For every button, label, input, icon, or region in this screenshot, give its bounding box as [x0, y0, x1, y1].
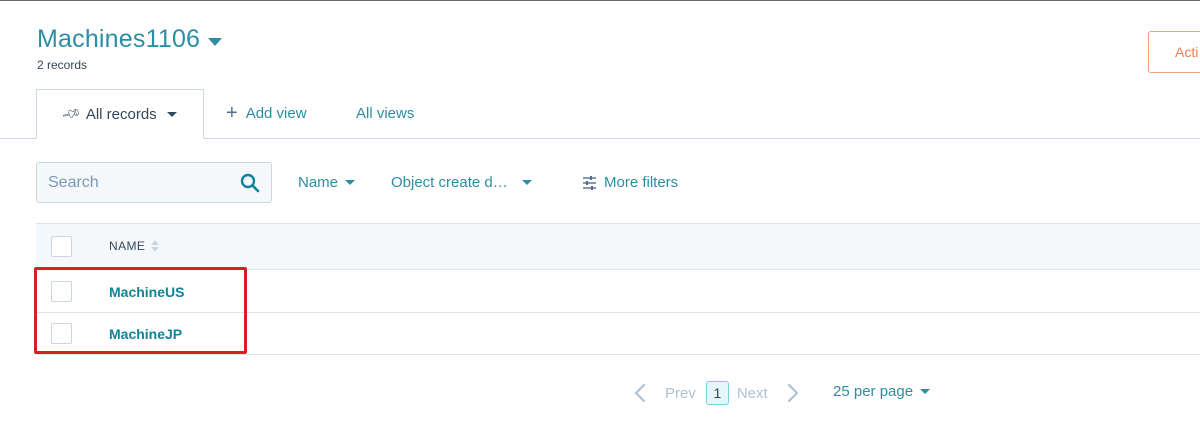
create-date-filter[interactable]: Object create d…: [391, 174, 532, 191]
row-checkbox[interactable]: [51, 323, 72, 344]
more-filters-label: More filters: [604, 174, 679, 191]
chevron-down-icon: [521, 180, 532, 185]
chevron-down-icon: [920, 389, 931, 394]
chevron-down-icon: [166, 111, 177, 117]
actions-button[interactable]: Acti: [1148, 31, 1200, 73]
name-filter[interactable]: Name: [298, 174, 356, 191]
search-icon[interactable]: [240, 173, 260, 193]
table-header: NAME: [36, 223, 1200, 270]
prev-page-button[interactable]: Prev: [630, 382, 696, 404]
chevron-down-icon: [345, 180, 356, 185]
add-view-label: Add view: [245, 104, 307, 122]
sliders-icon: [583, 175, 596, 190]
next-page-button[interactable]: Next: [737, 382, 803, 404]
name-filter-label: Name: [298, 174, 339, 191]
search-box: [36, 162, 272, 203]
all-views-link[interactable]: All views: [356, 105, 414, 122]
record-link[interactable]: MachineJP: [109, 326, 182, 342]
plus-icon: +: [226, 102, 238, 124]
tab-all-records[interactable]: 📌︎ All records: [36, 89, 204, 139]
prev-label: Prev: [665, 384, 696, 402]
table-row: MachineJP: [36, 313, 1200, 355]
create-date-filter-label: Object create d…: [391, 174, 508, 191]
page-number-button[interactable]: 1: [705, 381, 729, 405]
name-column-label: NAME: [109, 239, 146, 253]
search-input[interactable]: [37, 163, 227, 202]
page: Machines1106 2 records Acti 📌︎ All recor…: [0, 0, 1200, 425]
pagination: Prev 1 Next: [630, 379, 803, 407]
record-link[interactable]: MachineUS: [109, 284, 184, 300]
select-all-checkbox[interactable]: [51, 236, 72, 257]
add-view-button[interactable]: + Add view: [226, 102, 307, 124]
row-checkbox[interactable]: [51, 281, 72, 302]
chevron-left-icon: [634, 383, 646, 403]
pin-icon: 📌︎: [60, 102, 83, 125]
next-label: Next: [736, 384, 768, 402]
table-row: MachineUS: [36, 271, 1200, 313]
page-title: Machines1106: [37, 25, 201, 53]
per-page-select[interactable]: 25 per page: [833, 383, 931, 400]
chevron-right-icon: [787, 383, 798, 403]
more-filters-button[interactable]: More filters: [582, 174, 678, 191]
tab-all-records-label: All records: [85, 105, 157, 123]
sort-icon: [151, 240, 160, 252]
title-wrap: Machines1106: [37, 25, 223, 54]
per-page-label: 25 per page: [833, 383, 914, 400]
records-count: 2 records: [37, 58, 88, 72]
name-column-header[interactable]: NAME: [109, 239, 160, 253]
chevron-down-icon[interactable]: [208, 37, 223, 46]
